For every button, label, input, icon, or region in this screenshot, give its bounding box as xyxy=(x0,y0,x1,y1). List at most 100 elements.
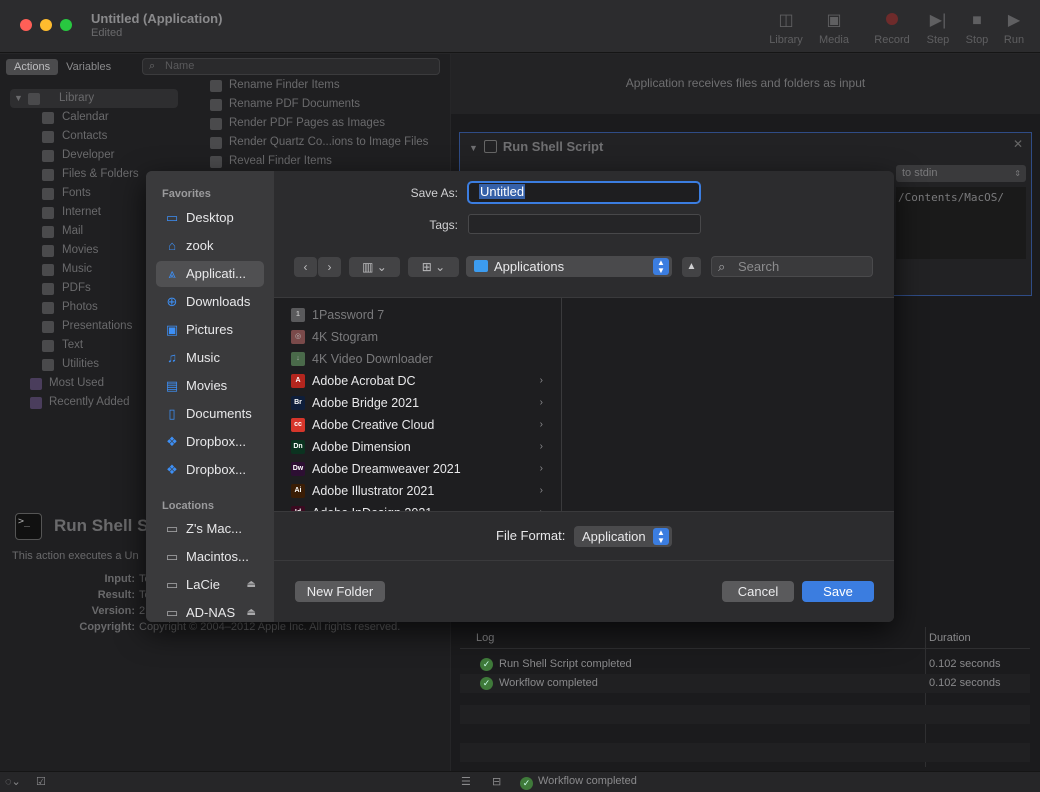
search-input[interactable]: ⌕ Search xyxy=(711,256,873,277)
file-list-item[interactable]: A Adobe Acrobat DC › xyxy=(274,370,560,392)
file-list-item[interactable]: Br Adobe Bridge 2021 › xyxy=(274,392,560,414)
run-toolbar-button[interactable]: ▶ Run xyxy=(989,10,1039,46)
smart-folder-icon xyxy=(30,378,42,390)
checkmark-icon: ✓ xyxy=(480,677,493,690)
options-menu-icon[interactable]: ◌⌄ xyxy=(5,775,21,788)
action-list-item[interactable]: Rename PDF Documents xyxy=(208,95,448,114)
group-button[interactable]: ⊞ ⌄ xyxy=(408,257,459,277)
action-icon xyxy=(210,137,222,149)
record-toolbar-button[interactable]: Record xyxy=(867,10,917,46)
folder-icon xyxy=(474,260,488,272)
sidebar-item-downloads[interactable]: ⊕ Downloads xyxy=(156,289,264,315)
library-icon: ◫ xyxy=(778,12,794,29)
log-column-header[interactable]: Log xyxy=(476,632,494,644)
new-folder-button[interactable]: New Folder xyxy=(295,581,385,602)
log-message: Run Shell Script completed xyxy=(499,658,632,670)
eject-icon[interactable]: ⏏ xyxy=(247,600,256,622)
sidebar-item-dropbox[interactable]: ❖ Dropbox... xyxy=(156,457,264,483)
tags-field[interactable] xyxy=(468,214,701,234)
library-category-item[interactable]: Contacts xyxy=(0,127,200,146)
save-dialog: Favorites ▭ Desktop ⌂ zook ⩓ Applicati... ⊕ Dow… xyxy=(146,171,894,622)
pictures-icon: ▣ xyxy=(165,322,179,337)
chevron-right-icon: › xyxy=(539,419,543,430)
sidebar-item-location[interactable]: ▭ Z's Mac... xyxy=(156,516,264,542)
category-icon xyxy=(42,188,54,200)
documents-icon: ▯ xyxy=(168,406,176,421)
sidebar-item-home[interactable]: ⌂ zook xyxy=(156,233,264,259)
list-view-icon[interactable]: ☰ xyxy=(461,775,471,788)
disclosure-triangle-icon[interactable]: ▼ xyxy=(469,143,478,153)
sidebar-item-pictures[interactable]: ▣ Pictures xyxy=(156,317,264,343)
chevron-updown-icon: ▲ ▼ xyxy=(653,528,669,545)
split-view-icon[interactable]: ⊟ xyxy=(492,775,501,788)
copyright-label: Copyright: xyxy=(79,621,135,633)
action-list-item[interactable]: Render Quartz Co...ions to Image Files xyxy=(208,133,448,152)
file-list-item[interactable]: 1 1Password 7 xyxy=(274,304,560,326)
file-list-item[interactable]: Dn Adobe Dimension › xyxy=(274,436,560,458)
chevron-right-icon: › xyxy=(539,441,543,452)
category-icon xyxy=(42,359,54,371)
location-select[interactable]: Applications ▲ ▼ xyxy=(466,256,672,277)
search-icon: ⌕ xyxy=(718,259,726,274)
forward-button[interactable]: › xyxy=(318,257,341,277)
status-message: ✓ Workflow completed xyxy=(520,775,637,790)
library-category-item[interactable]: Developer xyxy=(0,146,200,165)
close-icon[interactable]: ✕ xyxy=(1013,137,1023,151)
action-list-item[interactable]: Reveal Finder Items xyxy=(208,152,448,171)
file-list-item[interactable]: cc Adobe Creative Cloud › xyxy=(274,414,560,436)
chevron-updown-icon: ▲ ▼ xyxy=(653,258,669,275)
sidebar-item-desktop[interactable]: ▭ Desktop xyxy=(156,205,264,231)
duration-column-header[interactable]: Duration xyxy=(929,632,971,644)
sidebar-item-location[interactable]: ▭ Macintos... xyxy=(156,544,264,570)
sidebar-item-movies[interactable]: ▤ Movies xyxy=(156,373,264,399)
chevron-right-icon: › xyxy=(539,375,543,386)
action-icon xyxy=(210,118,222,130)
minimize-window-button[interactable] xyxy=(40,19,52,31)
file-list-item[interactable]: IdAdobe InDesign 2021› xyxy=(274,502,560,511)
pass-input-select[interactable]: to stdin ⇕ xyxy=(896,165,1026,182)
cancel-button[interactable]: Cancel xyxy=(722,581,794,602)
category-icon xyxy=(42,283,54,295)
file-list-item[interactable]: Ai Adobe Illustrator 2021 › xyxy=(274,480,560,502)
file-list-item[interactable]: ◎ 4K Stogram xyxy=(274,326,560,348)
eject-icon[interactable]: ⏏ xyxy=(247,572,256,598)
save-button[interactable]: Save xyxy=(802,581,874,602)
sidebar-item-dropbox[interactable]: ❖ Dropbox... xyxy=(156,429,264,455)
checkbox-icon[interactable]: ☑ xyxy=(36,775,46,788)
sidebar-item-music[interactable]: ♫ Music xyxy=(156,345,264,371)
app-icon: Id xyxy=(291,506,305,511)
action-list-item[interactable]: Render PDF Pages as Images xyxy=(208,114,448,133)
action-list-item[interactable]: Rename Finder Items xyxy=(208,76,448,95)
file-list-item[interactable]: ↓ 4K Video Downloader xyxy=(274,348,560,370)
log-row: ✓ Run Shell Script completed 0.102 seconds xyxy=(460,655,1030,674)
workflow-input-banner: Application receives files and folders a… xyxy=(451,54,1040,114)
app-icon: A xyxy=(291,374,305,388)
chevron-right-icon: › xyxy=(540,502,543,511)
library-category-item[interactable]: Calendar xyxy=(0,108,200,127)
back-button[interactable]: ‹ xyxy=(294,257,317,277)
save-as-field[interactable]: Untitled xyxy=(467,181,701,204)
view-mode-button[interactable]: ▥ ⌄ xyxy=(349,257,400,277)
media-toolbar-button[interactable]: ▣ Media xyxy=(809,10,859,46)
library-root-item[interactable]: ▼ Library xyxy=(10,89,178,108)
disclosure-triangle-icon[interactable]: ▼ xyxy=(14,89,23,108)
script-editor[interactable]: /Contents/MacOS/ xyxy=(896,187,1026,259)
library-toolbar-button[interactable]: ◫ Library xyxy=(761,10,811,46)
network-icon: ▭ xyxy=(165,605,179,620)
chevron-right-icon: › xyxy=(539,397,543,408)
close-window-button[interactable] xyxy=(20,19,32,31)
collapse-button[interactable]: ▲ xyxy=(682,257,701,277)
sidebar-item-applications[interactable]: ⩓ Applicati... xyxy=(156,261,264,287)
category-icon xyxy=(42,169,54,181)
tab-variables[interactable]: Variables xyxy=(58,59,119,75)
tab-actions[interactable]: Actions xyxy=(6,59,59,75)
file-list-item[interactable]: Dw Adobe Dreamweaver 2021 › xyxy=(274,458,560,480)
music-icon: ♫ xyxy=(167,350,177,365)
sidebar-item-documents[interactable]: ▯ Documents xyxy=(156,401,264,427)
library-search-input[interactable]: ⌕ Name xyxy=(142,58,440,75)
movies-icon: ▤ xyxy=(165,378,179,393)
sidebar-item-location[interactable]: ▭ LaCie ⏏ xyxy=(156,572,264,598)
sidebar-item-location[interactable]: ▭ AD-NAS ⏏ xyxy=(156,600,264,622)
file-format-select[interactable]: Application ▲ ▼ xyxy=(574,526,672,547)
zoom-window-button[interactable] xyxy=(60,19,72,31)
